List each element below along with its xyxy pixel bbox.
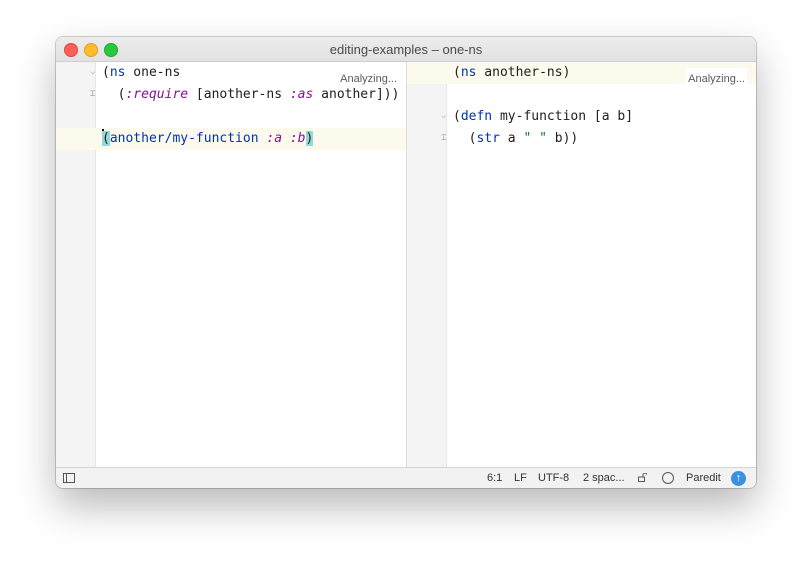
left-editor-pane[interactable]: ⌵ (ns one-ns Analyzing... ⌶ (:require [a… (56, 62, 406, 467)
status-bar: 6:1 LF UTF-8 2 spac... Paredit ↑ (56, 467, 756, 488)
title-bar: editing-examples – one-ns (56, 37, 756, 62)
lock-icon[interactable] (638, 473, 647, 482)
matched-brace: ) (305, 131, 314, 146)
left-code-line-3[interactable] (56, 106, 406, 128)
right-code-line-3[interactable]: ⌵ (defn my-function [a b] (407, 106, 756, 128)
right-editor-pane[interactable]: (ns another-ns) Analyzing... ⌵ (defn my-… (407, 62, 756, 467)
fold-end-marker-icon[interactable]: ⌶ (441, 134, 448, 143)
fold-marker-icon[interactable]: ⌵ (441, 112, 448, 121)
update-arrow-icon[interactable]: ↑ (731, 471, 746, 486)
left-code-line-2[interactable]: ⌶ (:require [another-ns :as another])) (56, 84, 406, 106)
window-title: editing-examples – one-ns (329, 42, 483, 57)
right-code-line-2[interactable] (407, 84, 756, 106)
ide-window: editing-examples – one-ns ⌵ (ns one-ns A… (56, 37, 756, 488)
fold-end-marker-icon[interactable]: ⌶ (90, 90, 97, 99)
panel-toggle-icon[interactable] (63, 473, 75, 483)
inspection-bubble-icon[interactable] (662, 472, 674, 484)
line-separator[interactable]: LF (514, 472, 527, 484)
indent-settings[interactable]: 2 spac... (583, 472, 625, 484)
left-code-line-1[interactable]: ⌵ (ns one-ns Analyzing... (56, 62, 406, 85)
matched-brace: ( (102, 131, 110, 146)
fold-marker-icon[interactable]: ⌵ (90, 68, 97, 77)
file-encoding[interactable]: UTF-8 (538, 472, 569, 484)
right-code-line-1-current[interactable]: (ns another-ns) Analyzing... (407, 62, 756, 90)
right-code-line-4[interactable]: ⌶ (str a " " b)) (407, 128, 756, 150)
left-code-line-4-current[interactable]: (another/my-function :a :b) (56, 128, 406, 150)
caret-position[interactable]: 6:1 (487, 472, 502, 484)
paredit-mode[interactable]: Paredit (686, 472, 721, 484)
